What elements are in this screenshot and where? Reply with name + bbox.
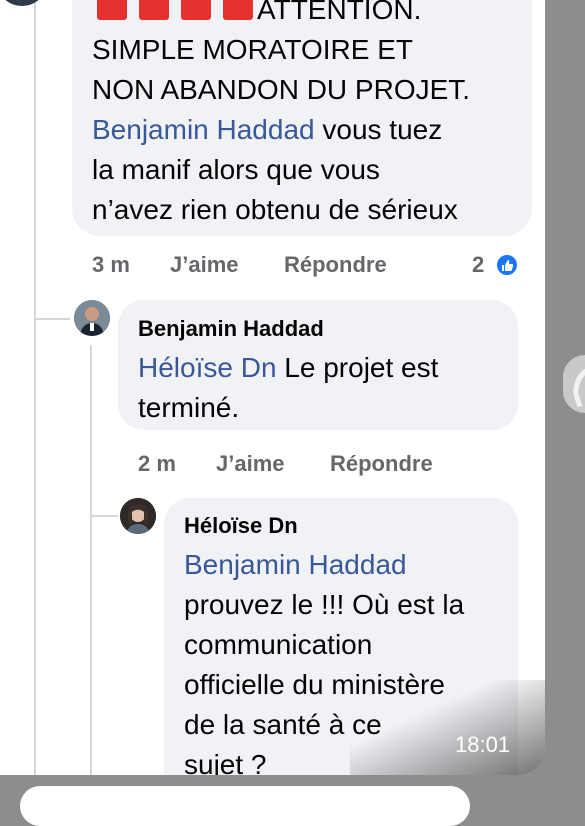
thread-line-main <box>34 0 36 775</box>
comment-timestamp: 3 m <box>92 252 130 277</box>
comment-text-line: ATTENTION. <box>257 0 422 25</box>
comment-text-fragment: Le projet est <box>276 352 439 383</box>
status-time: 18:01 <box>455 732 511 757</box>
comment-text-line: la manif alors que vous <box>92 154 380 185</box>
side-panel-handle[interactable] <box>563 355 585 413</box>
next-card-peek[interactable] <box>20 786 470 826</box>
thread-connector-2 <box>90 515 118 517</box>
mention-link[interactable]: Benjamin Haddad <box>184 545 407 585</box>
comment-text-line: communication <box>184 629 373 660</box>
comment-text-line: Héloïse Dn Le projet est <box>138 348 438 388</box>
video-overlay-shade <box>350 680 545 775</box>
mention-link[interactable]: Héloïse Dn <box>138 352 277 383</box>
reply-button[interactable]: Répondre <box>330 450 433 478</box>
reaction-count[interactable]: 2 <box>472 251 484 279</box>
comments-panel: ATTENTION. SIMPLE MORATOIRE ET NON ABAND… <box>0 0 545 775</box>
reply-button[interactable]: Répondre <box>284 251 387 279</box>
comment-text-line: SIMPLE MORATOIRE ET <box>92 34 414 65</box>
thread-line-reply <box>90 345 92 775</box>
comment-text-line: sujet ? <box>184 749 267 775</box>
siren-icon <box>223 0 253 20</box>
avatar-heloise-dn[interactable] <box>120 498 156 534</box>
like-reaction-icon <box>495 253 519 277</box>
siren-icon <box>181 0 211 20</box>
comment-actions-1: 3 m J’aime Répondre 2 <box>92 251 532 279</box>
comment-author[interactable]: Héloïse Dn <box>184 513 298 539</box>
comment-actions-2: 2 m J’aime Répondre <box>138 450 518 478</box>
avatar-partial[interactable] <box>0 0 44 6</box>
comment-author[interactable]: Benjamin Haddad <box>138 316 324 342</box>
siren-icon <box>97 0 127 20</box>
siren-icon <box>139 0 169 20</box>
comment-text-line: terminé. <box>138 392 240 423</box>
swipe-arrow-icon <box>565 365 585 408</box>
comment-timestamp: 2 m <box>138 451 176 476</box>
comment-text-line: n’avez rien obtenu de sérieux <box>92 194 458 225</box>
comment-text-line: Benjamin Haddad vous tuez <box>92 110 442 150</box>
comment-text-fragment: vous tuez <box>314 114 443 145</box>
avatar-benjamin-haddad[interactable] <box>74 300 110 336</box>
like-button[interactable]: J’aime <box>170 251 239 279</box>
comment-text-line: prouvez le !!! Où est la <box>184 589 465 620</box>
mention-link[interactable]: Benjamin Haddad <box>92 114 315 145</box>
thread-connector-1 <box>34 318 70 320</box>
like-button[interactable]: J’aime <box>216 450 285 478</box>
comment-text-line: NON ABANDON DU PROJET. <box>92 74 471 105</box>
